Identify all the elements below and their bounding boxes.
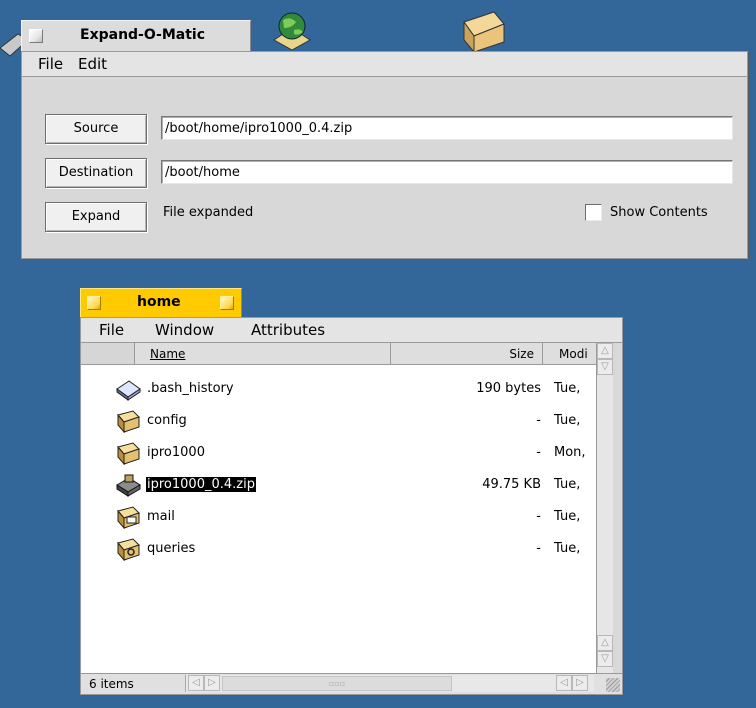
horizontal-scroll-thumb[interactable]: ▫▫▫ [222,676,452,691]
desktop-home-folder-icon[interactable] [460,10,508,54]
home-window-tab[interactable]: home [80,288,242,318]
column-header-size[interactable]: Size [391,343,543,365]
list-item[interactable]: ipro1000_0.4.zip 49.75 KB Tue, [81,471,591,501]
zip-archive-icon [115,473,141,497]
file-size: - [536,541,541,556]
folder-icon [115,441,141,466]
file-name: ipro1000_0.4.zip [146,477,256,492]
scroll-right-arrow-icon[interactable]: ▷ [572,675,588,691]
file-size: 190 bytes [476,381,541,396]
list-item[interactable]: config - Tue, [81,407,591,437]
expander-title: Expand-O-Matic [80,27,206,43]
home-menubar: File Window Attributes [81,318,622,343]
show-contents-label[interactable]: Show Contents [610,205,708,220]
list-item[interactable]: ipro1000 - Mon, [81,439,591,469]
file-name: ipro1000 [147,445,205,460]
file-size: - [536,509,541,524]
file-size: - [536,445,541,460]
column-header-name[interactable]: Name [135,343,391,365]
expander-window: File Edit Source /boot/home/ipro1000_0.4… [21,51,748,259]
file-name: config [147,413,187,428]
home-window: File Window Attributes Name Size Modi .b… [80,317,623,695]
file-name: queries [147,541,196,556]
list-item[interactable]: queries - Tue, [81,535,591,565]
list-item[interactable]: .bash_history 190 bytes Tue, [81,375,591,405]
mail-folder-icon [115,505,141,530]
desktop-network-globe-icon[interactable] [270,10,312,51]
show-contents-checkbox[interactable] [585,204,602,221]
queries-folder-icon [115,537,141,562]
file-modified: Tue, [554,477,581,492]
file-size: 49.75 KB [482,477,541,492]
file-modified: Mon, [554,445,586,460]
scroll-left-arrow-icon[interactable]: ◁ [188,675,204,691]
column-header-modified[interactable]: Modi [543,343,596,365]
scroll-right-arrow-icon[interactable]: ▷ [204,675,220,691]
menu-attributes[interactable]: Attributes [251,321,325,339]
expander-window-tab[interactable]: Expand-O-Matic [21,20,251,51]
resize-grip-icon[interactable] [606,678,620,692]
home-title: home [137,294,181,310]
file-size: - [536,413,541,428]
source-button[interactable]: Source [45,114,147,144]
folder-icon [115,409,141,434]
menu-file[interactable]: File [99,321,124,339]
expand-button[interactable]: Expand [45,202,147,232]
menu-edit[interactable]: Edit [78,55,107,73]
list-item[interactable]: mail - Tue, [81,503,591,533]
scroll-down-arrow-icon[interactable]: ▽ [597,651,613,667]
status-text: File expanded [163,205,254,220]
menu-file[interactable]: File [38,55,63,73]
column-header-blank [81,343,135,365]
horizontal-scrollbar[interactable]: ◁ ▷ ▫▫▫ ◁ ▷ [185,675,594,692]
file-list: Name Size Modi .bash_history 190 bytes Tue… [81,343,596,673]
file-modified: Tue, [554,381,581,396]
file-modified: Tue, [554,413,581,428]
source-field[interactable]: /boot/home/ipro1000_0.4.zip [161,116,733,140]
scroll-up-arrow-icon[interactable]: △ [597,635,613,651]
expander-close-box[interactable] [29,29,43,43]
status-bar: 6 items ◁ ▷ ▫▫▫ ◁ ▷ [81,673,622,694]
file-modified: Tue, [554,541,581,556]
file-modified: Tue, [554,509,581,524]
file-name: mail [147,509,175,524]
vertical-scrollbar[interactable]: △ ▽ △ ▽ [596,343,613,673]
item-count: 6 items [89,677,134,691]
home-close-box[interactable] [87,296,101,310]
expander-menubar: File Edit [22,52,747,77]
scroll-up-arrow-icon[interactable]: △ [597,343,613,359]
file-name: .bash_history [147,381,234,396]
menu-window[interactable]: Window [155,321,214,339]
home-zoom-box[interactable] [220,296,234,310]
scroll-down-arrow-icon[interactable]: ▽ [597,359,613,375]
scroll-left-arrow-icon[interactable]: ◁ [556,675,572,691]
destination-field[interactable]: /boot/home [161,160,733,184]
text-file-icon [115,377,141,401]
destination-button[interactable]: Destination [45,158,147,188]
